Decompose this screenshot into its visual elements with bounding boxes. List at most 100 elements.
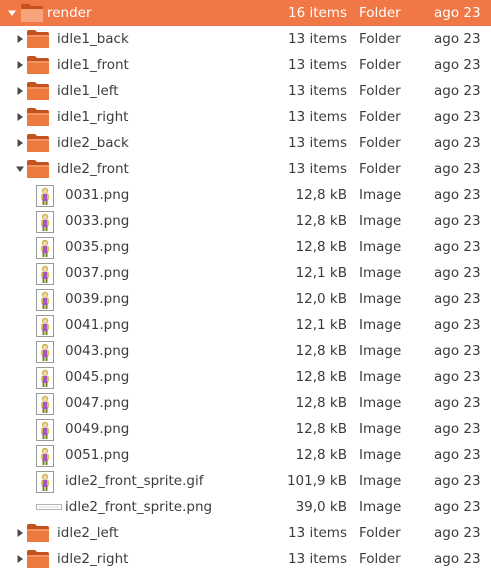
folder-row-idle1-left[interactable]: idle1_left 13 items Folder ago 23 [0,78,491,104]
folder-row-idle2-left[interactable]: idle2_left 13 items Folder ago 23 [0,520,491,546]
file-type: Image [359,499,402,515]
file-name: idle2_front_sprite.png [65,499,213,515]
file-size: 13 items [287,31,347,47]
file-type: Image [359,343,402,359]
file-modified: ago 23 [434,213,481,229]
file-modified: ago 23 [434,265,481,281]
file-size: 13 items [287,83,347,99]
file-name: render [47,5,92,21]
file-modified: ago 23 [434,525,481,541]
file-size: 16 items [287,5,347,21]
expander-collapsed-icon[interactable] [14,78,26,104]
folder-row-idle1-front[interactable]: idle1_front 13 items Folder ago 23 [0,52,491,78]
file-modified: ago 23 [434,421,481,437]
file-name: 0033.png [65,213,130,229]
expander-collapsed-icon[interactable] [14,104,26,130]
file-modified: ago 23 [434,499,481,515]
file-size: 13 items [287,57,347,73]
file-row-idle2-front-sprite-png[interactable]: idle2_front_sprite.png 39,0 kB Image ago 23 [0,494,491,520]
file-size: 13 items [287,525,347,541]
file-modified: ago 23 [434,5,481,21]
file-size: 12,8 kB [295,213,347,229]
file-row-0031-png[interactable]: 0031.png 12,8 kB Image ago 23 [0,182,491,208]
file-name: idle2_right [57,551,129,567]
expander-expanded-icon[interactable] [14,156,26,182]
file-type: Image [359,447,402,463]
file-name: 0047.png [65,395,130,411]
file-name: 0051.png [65,447,130,463]
folder-icon [26,549,50,578]
file-type: Folder [359,57,401,73]
file-name: idle2_front_sprite.gif [65,473,204,489]
file-modified: ago 23 [434,343,481,359]
file-type: Folder [359,109,401,125]
file-name: idle1_front [57,57,129,73]
file-name: idle1_back [57,31,129,47]
file-modified: ago 23 [434,161,481,177]
file-modified: ago 23 [434,135,481,151]
file-type: Image [359,239,402,255]
expander-collapsed-icon[interactable] [14,26,26,52]
file-size: 12,8 kB [295,187,347,203]
file-name: idle1_left [57,83,119,99]
folder-row-render[interactable]: render 16 items Folder ago 23 [0,0,491,26]
file-row-0051-png[interactable]: 0051.png 12,8 kB Image ago 23 [0,442,491,468]
file-modified: ago 23 [434,473,481,489]
file-row-0045-png[interactable]: 0045.png 12,8 kB Image ago 23 [0,364,491,390]
expander-collapsed-icon[interactable] [14,520,26,546]
file-type: Folder [359,135,401,151]
file-size: 13 items [287,109,347,125]
file-row-0041-png[interactable]: 0041.png 12,1 kB Image ago 23 [0,312,491,338]
file-size: 101,9 kB [286,473,347,489]
file-name: 0049.png [65,421,130,437]
folder-row-idle1-right[interactable]: idle1_right 13 items Folder ago 23 [0,104,491,130]
file-size: 13 items [287,135,347,151]
file-size: 12,1 kB [295,317,347,333]
file-modified: ago 23 [434,187,481,203]
file-row-0047-png[interactable]: 0047.png 12,8 kB Image ago 23 [0,390,491,416]
file-row-0033-png[interactable]: 0033.png 12,8 kB Image ago 23 [0,208,491,234]
file-size: 12,1 kB [295,265,347,281]
file-type: Folder [359,31,401,47]
file-name: idle2_back [57,135,129,151]
file-row-idle2-front-sprite-gif[interactable]: idle2_front_sprite.gif 101,9 kB Image ago 2… [0,468,491,494]
file-row-0049-png[interactable]: 0049.png 12,8 kB Image ago 23 [0,416,491,442]
file-size: 12,8 kB [295,239,347,255]
file-modified: ago 23 [434,291,481,307]
expander-collapsed-icon[interactable] [14,52,26,78]
file-modified: ago 23 [434,447,481,463]
file-modified: ago 23 [434,109,481,125]
folder-row-idle1-back[interactable]: idle1_back 13 items Folder ago 23 [0,26,491,52]
file-size: 12,8 kB [295,447,347,463]
folder-row-idle2-back[interactable]: idle2_back 13 items Folder ago 23 [0,130,491,156]
file-name: 0043.png [65,343,130,359]
file-modified: ago 23 [434,57,481,73]
file-type: Folder [359,5,401,21]
expander-expanded-icon[interactable] [6,0,18,26]
expander-collapsed-icon[interactable] [14,546,26,572]
file-type: Image [359,369,402,385]
file-name: idle2_front [57,161,129,177]
file-row-0043-png[interactable]: 0043.png 12,8 kB Image ago 23 [0,338,491,364]
file-name: 0037.png [65,265,130,281]
file-row-0039-png[interactable]: 0039.png 12,0 kB Image ago 23 [0,286,491,312]
file-name: idle2_left [57,525,119,541]
folder-row-idle2-front[interactable]: idle2_front 13 items Folder ago 23 [0,156,491,182]
folder-row-idle2-right[interactable]: idle2_right 13 items Folder ago 23 [0,546,491,572]
file-name: 0045.png [65,369,130,385]
file-modified: ago 23 [434,31,481,47]
file-type: Image [359,265,402,281]
file-row-0035-png[interactable]: 0035.png 12,8 kB Image ago 23 [0,234,491,260]
file-modified: ago 23 [434,369,481,385]
file-row-0037-png[interactable]: 0037.png 12,1 kB Image ago 23 [0,260,491,286]
file-type: Folder [359,161,401,177]
file-type: Image [359,291,402,307]
file-size: 12,8 kB [295,421,347,437]
file-name: 0041.png [65,317,130,333]
file-modified: ago 23 [434,395,481,411]
expander-collapsed-icon[interactable] [14,130,26,156]
file-type: Folder [359,551,401,567]
file-size: 13 items [287,551,347,567]
file-type: Image [359,395,402,411]
file-size: 12,0 kB [295,291,347,307]
